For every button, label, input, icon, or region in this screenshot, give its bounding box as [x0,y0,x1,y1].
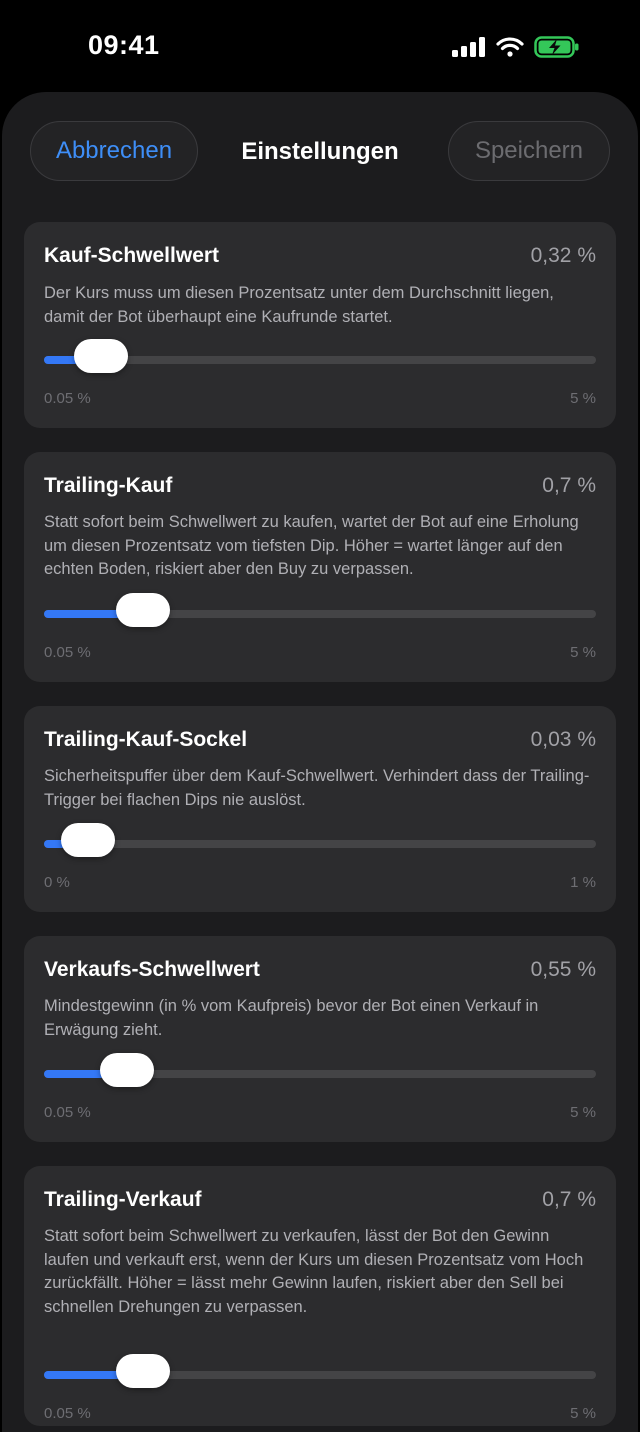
status-icons [452,36,580,58]
setting-description: Der Kurs muss um diesen Prozentsatz unte… [44,284,554,326]
slider-thumb[interactable] [99,1053,154,1087]
slider-track[interactable] [44,1053,596,1087]
setting-description: Statt sofort beim Schwellwert zu verkauf… [44,1227,584,1316]
slider-max-label: 5 % [570,644,596,661]
slider-track[interactable] [44,823,596,857]
setting-title: Trailing-Verkauf [44,1188,202,1211]
wifi-icon [496,37,524,57]
slider-min-label: 0.05 % [44,1405,91,1422]
slider-thumb[interactable] [116,1354,171,1388]
nav-bar: Abbrechen Einstellungen Speichern [2,92,638,212]
save-button[interactable]: Speichern [448,121,610,181]
signal-icon [452,37,485,57]
settings-sheet: Abbrechen Einstellungen Speichern Kauf-S… [2,92,638,1432]
slider-thumb[interactable] [74,339,129,373]
slider-min-label: 0.05 % [44,390,91,407]
setting-title: Kauf-Schwellwert [44,244,220,267]
status-time: 09:41 [88,30,160,60]
setting-value: 0,7 % [542,1188,596,1211]
slider-min-label: 0.05 % [44,644,91,661]
setting-title: Trailing-Kauf-Sockel [44,728,248,751]
setting-value: 0,32 % [530,244,596,267]
status-bar: 09:41 [0,0,640,92]
setting-description: Statt sofort beim Schwellwert zu kaufen,… [44,513,579,578]
setting-value: 0,03 % [530,728,596,751]
slider-min-label: 0.05 % [44,1104,91,1121]
setting-value: 0,55 % [530,958,596,981]
slider-max-label: 5 % [570,1405,596,1422]
slider-thumb[interactable] [116,593,171,627]
setting-title: Trailing-Kauf [44,474,173,497]
setting-card-kauf-schwellwert: Kauf-Schwellwert 0,32 % Der Kurs muss um… [24,222,616,428]
slider-track[interactable] [44,339,596,373]
setting-card-trailing-kauf-sockel: Trailing-Kauf-Sockel 0,03 % Sicherheitsp… [24,706,616,912]
setting-description: Sicherheitspuffer über dem Kauf-Schwellw… [44,767,590,809]
setting-title: Verkaufs-Schwellwert [44,958,260,981]
setting-value: 0,7 % [542,474,596,497]
setting-card-trailing-verkauf: Trailing-Verkauf 0,7 % Statt sofort beim… [24,1166,616,1426]
slider-thumb[interactable] [60,823,115,857]
slider-track[interactable] [44,1354,596,1388]
setting-card-trailing-kauf: Trailing-Kauf 0,7 % Statt sofort beim Sc… [24,452,616,682]
slider-max-label: 5 % [570,390,596,407]
battery-charging-icon [534,36,579,58]
setting-description: Mindestgewinn (in % vom Kaufpreis) bevor… [44,997,539,1039]
slider-min-label: 0 % [44,874,70,891]
slider-max-label: 1 % [570,874,596,891]
slider-max-label: 5 % [570,1104,596,1121]
slider-track[interactable] [44,593,596,627]
setting-card-verkaufs-schwellwert: Verkaufs-Schwellwert 0,55 % Mindestgewin… [24,936,616,1142]
